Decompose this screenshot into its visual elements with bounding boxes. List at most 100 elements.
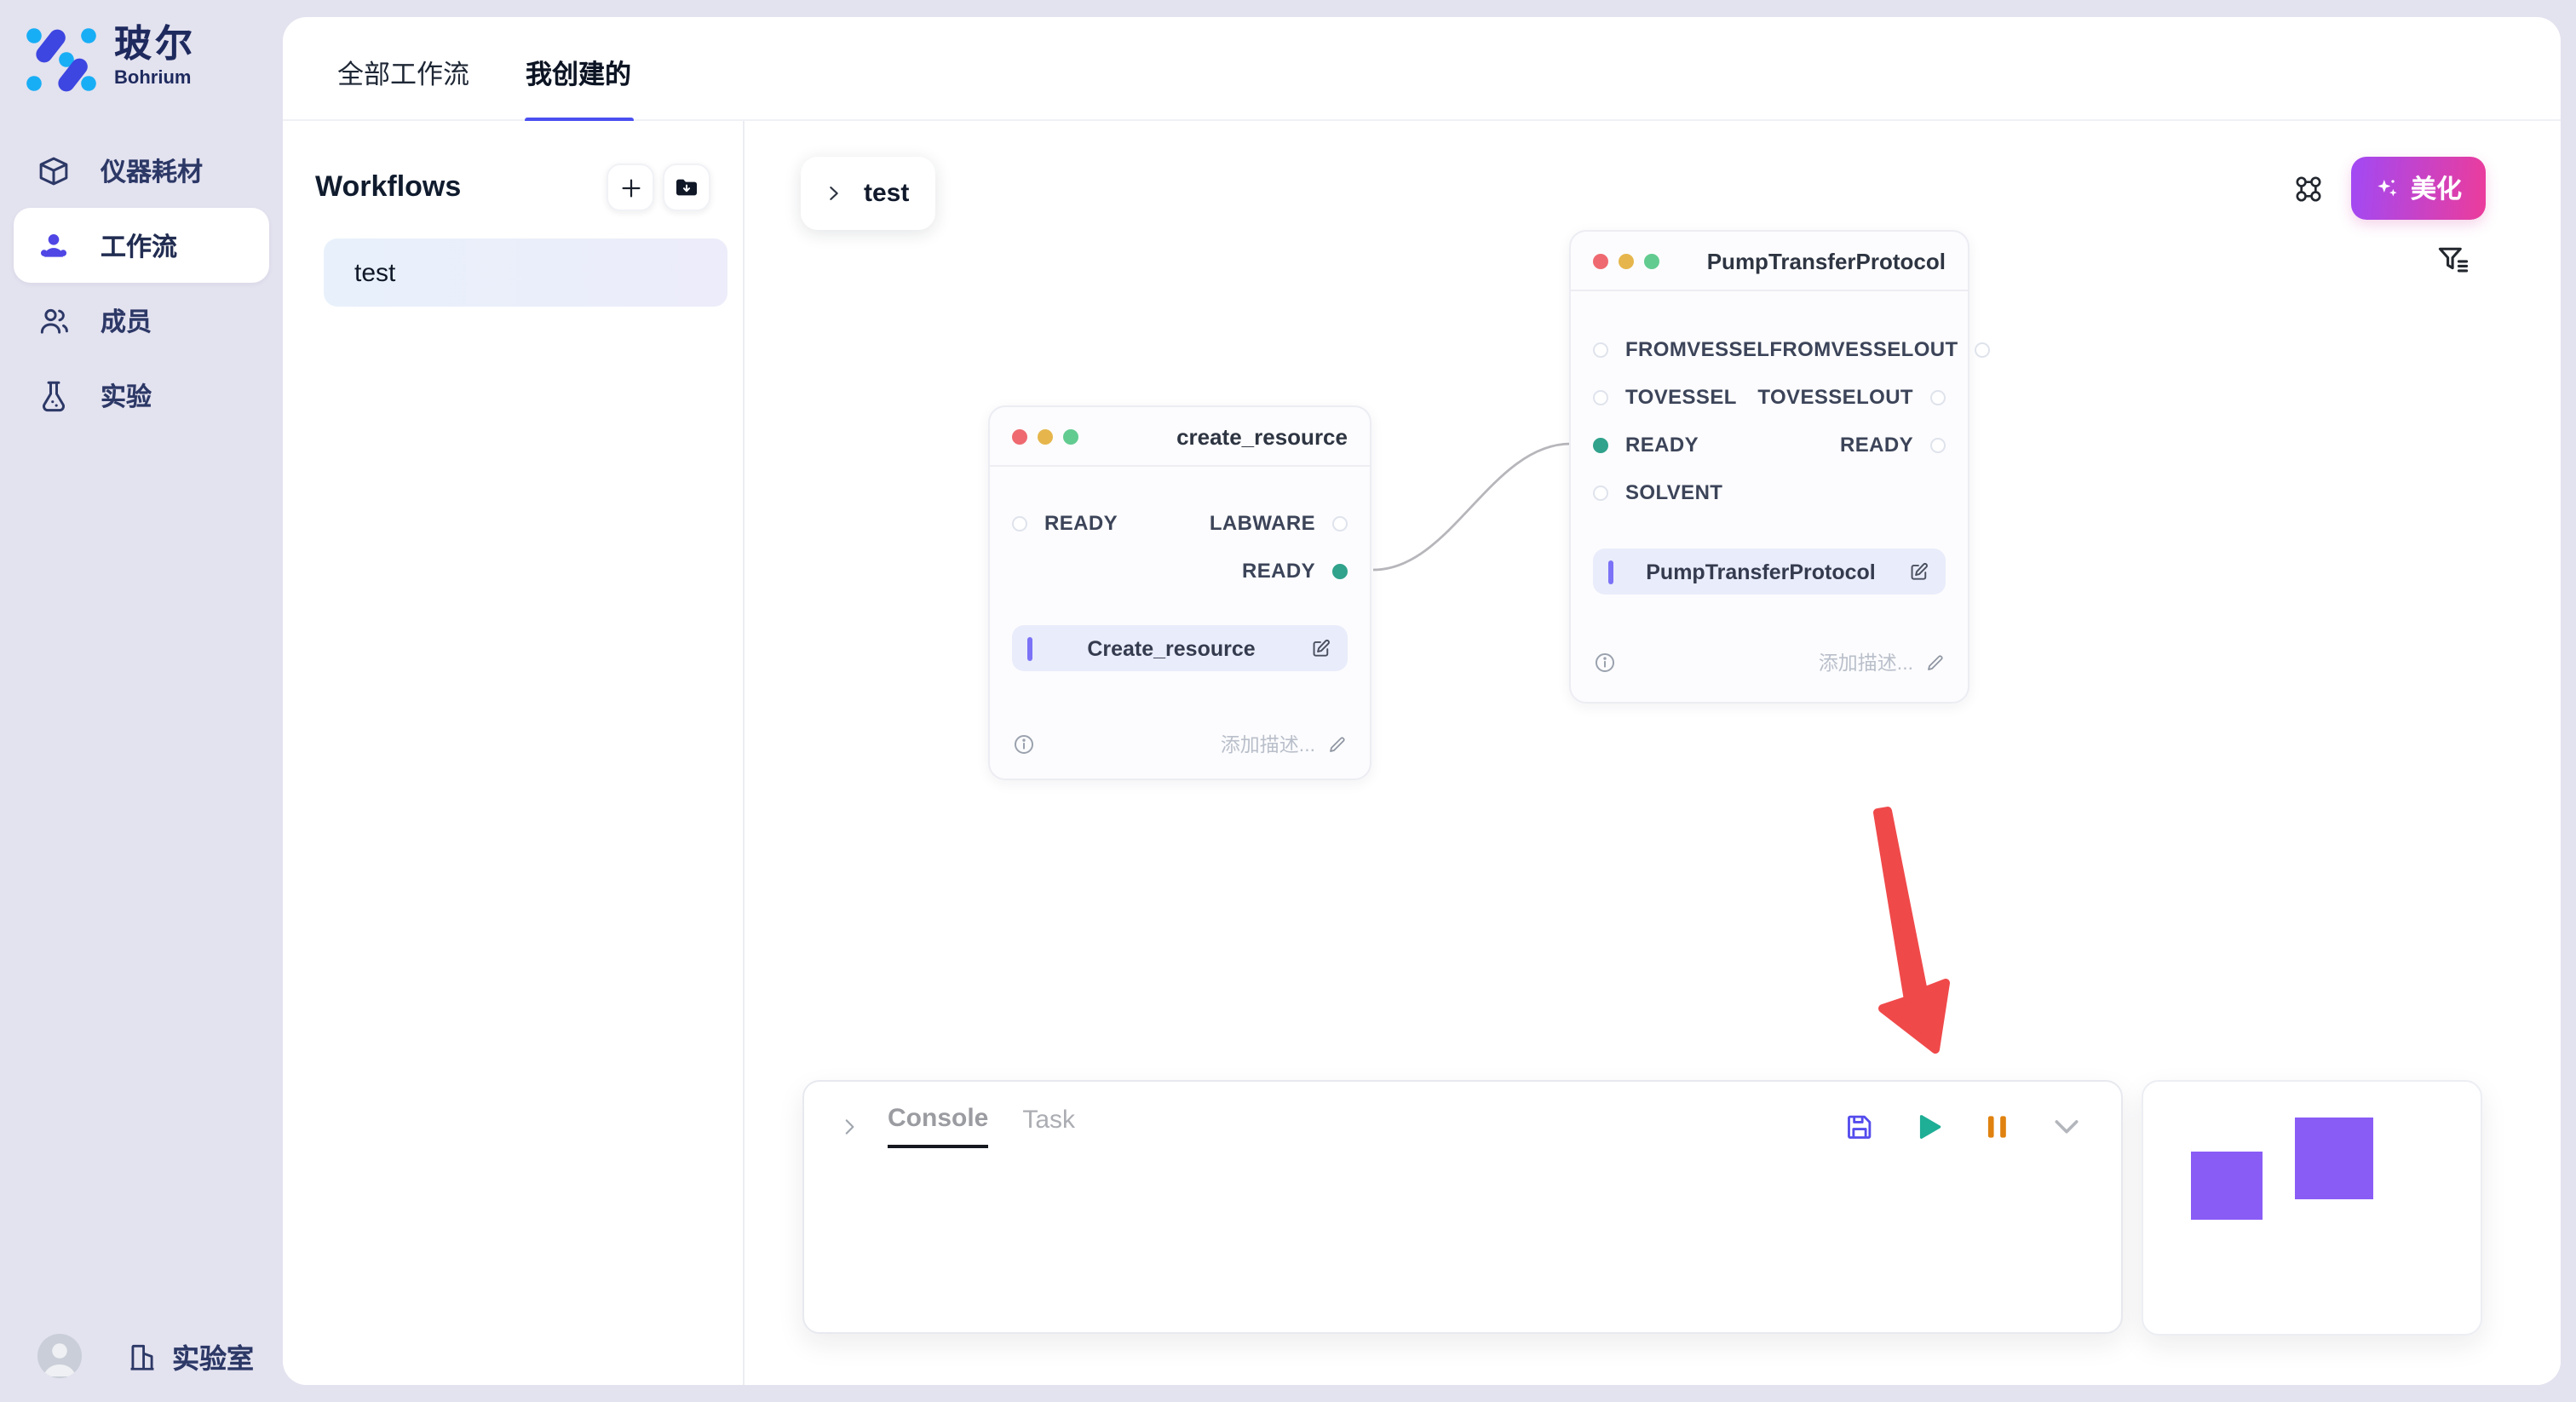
info-icon[interactable] bbox=[1012, 733, 1036, 756]
minimap-node-create-resource bbox=[2191, 1152, 2263, 1220]
port-label: FROMVESSEL bbox=[1625, 337, 1769, 361]
output-port-ready[interactable]: READY bbox=[1840, 433, 1946, 457]
workflow-icon bbox=[36, 227, 72, 263]
shortcut-button[interactable] bbox=[2286, 167, 2331, 211]
tab-my-created[interactable]: 我创建的 bbox=[526, 26, 631, 120]
pencil-icon[interactable] bbox=[1925, 652, 1946, 673]
edit-icon[interactable] bbox=[1310, 637, 1332, 659]
red-arrow-annotation bbox=[1849, 801, 1971, 1073]
brand-logo: 玻尔 Bohrium bbox=[0, 0, 283, 97]
port-circle[interactable] bbox=[1593, 342, 1608, 357]
add-workflow-button[interactable] bbox=[607, 164, 654, 211]
node-header: create_resource bbox=[990, 407, 1370, 467]
package-icon bbox=[36, 152, 72, 188]
port-circle[interactable] bbox=[1593, 485, 1608, 500]
sidebar-item-experiments[interactable]: 实验 bbox=[14, 358, 269, 433]
main-content: 全部工作流 我创建的 Workflows bbox=[283, 17, 2561, 1385]
breadcrumb[interactable]: test bbox=[801, 157, 935, 230]
input-port-fromvessel[interactable]: FROMVESSEL bbox=[1593, 337, 1769, 361]
input-port-tovessel[interactable]: TOVESSEL bbox=[1593, 385, 1737, 409]
filter-icon bbox=[2435, 242, 2472, 279]
port-circle[interactable] bbox=[1975, 342, 1991, 357]
user-avatar[interactable] bbox=[37, 1334, 82, 1378]
window-dots-icon bbox=[1012, 428, 1078, 444]
sidebar-item-label: 仪器耗材 bbox=[101, 152, 203, 188]
port-circle-connected[interactable] bbox=[1332, 563, 1348, 578]
description-placeholder[interactable]: 添加描述... bbox=[1819, 649, 1913, 676]
node-footer: 添加描述... bbox=[1593, 649, 1946, 676]
port-circle[interactable] bbox=[1332, 515, 1348, 531]
workflow-list-item[interactable]: test bbox=[324, 238, 727, 307]
description-placeholder[interactable]: 添加描述... bbox=[1221, 731, 1315, 758]
plus-icon bbox=[618, 175, 643, 200]
beautify-button[interactable]: 美化 bbox=[2351, 157, 2486, 220]
tab-all-workflows[interactable]: 全部工作流 bbox=[337, 26, 469, 120]
input-port-ready[interactable]: READY bbox=[1012, 511, 1118, 535]
info-icon[interactable] bbox=[1593, 651, 1617, 675]
node-pump-transfer-protocol[interactable]: PumpTransferProtocol FROMVESSEL FROMVESS… bbox=[1569, 230, 1969, 704]
save-button[interactable] bbox=[1843, 1110, 1876, 1142]
edit-icon[interactable] bbox=[1908, 560, 1930, 583]
save-icon bbox=[1843, 1110, 1876, 1142]
port-label: READY bbox=[1840, 433, 1913, 457]
dot-red-icon bbox=[1012, 428, 1027, 444]
port-label: READY bbox=[1625, 433, 1699, 457]
bohrium-logo-icon bbox=[24, 22, 99, 97]
lab-switcher[interactable]: 实验室 bbox=[126, 1336, 254, 1376]
workflows-title: Workflows bbox=[315, 170, 461, 204]
port-circle[interactable] bbox=[1012, 515, 1027, 531]
run-button[interactable] bbox=[1913, 1110, 1946, 1142]
chevron-down-icon bbox=[2050, 1109, 2084, 1143]
input-port-ready[interactable]: READY bbox=[1593, 433, 1699, 457]
node-header: PumpTransferProtocol bbox=[1571, 232, 1968, 291]
node-action-button[interactable]: PumpTransferProtocol bbox=[1593, 549, 1946, 595]
pencil-icon[interactable] bbox=[1327, 734, 1348, 755]
sidebar-nav: 仪器耗材 工作流 成员 bbox=[0, 133, 283, 433]
node-create-resource[interactable]: create_resource READY LABWARE bbox=[988, 405, 1371, 780]
minimap[interactable] bbox=[2142, 1080, 2482, 1336]
port-label: READY bbox=[1242, 559, 1315, 583]
window-dots-icon bbox=[1593, 253, 1659, 268]
minimap-node-pump-transfer bbox=[2295, 1118, 2373, 1199]
brand-title: 玻尔 bbox=[114, 22, 196, 66]
folder-download-icon bbox=[673, 174, 700, 201]
sidebar-item-workflow[interactable]: 工作流 bbox=[14, 208, 269, 283]
sidebar-item-instruments[interactable]: 仪器耗材 bbox=[14, 133, 269, 208]
output-port-tovesselout[interactable]: TOVESSELOUT bbox=[1757, 385, 1946, 409]
chevron-right-icon bbox=[825, 184, 843, 203]
action-label: PumpTransferProtocol bbox=[1613, 560, 1908, 583]
sparkles-icon bbox=[2375, 175, 2401, 201]
console-panel: Console Task bbox=[802, 1080, 2123, 1334]
workflows-panel: Workflows test bbox=[283, 121, 745, 1385]
sidebar-footer: 实验室 bbox=[0, 1334, 283, 1378]
tab-task[interactable]: Task bbox=[1022, 1106, 1075, 1146]
tab-label: 我创建的 bbox=[526, 55, 631, 92]
node-title: create_resource bbox=[1176, 423, 1348, 449]
dot-green-icon bbox=[1644, 253, 1659, 268]
port-circle-connected[interactable] bbox=[1593, 437, 1608, 452]
workflow-canvas[interactable]: test 美化 bbox=[745, 121, 2561, 1385]
beautify-label: 美化 bbox=[2411, 170, 2462, 206]
sidebar-item-members[interactable]: 成员 bbox=[14, 283, 269, 358]
port-circle[interactable] bbox=[1930, 389, 1946, 405]
pause-button[interactable] bbox=[1983, 1110, 2012, 1142]
input-port-solvent[interactable]: SOLVENT bbox=[1593, 480, 1722, 504]
members-icon bbox=[36, 302, 72, 338]
node-ports: READY LABWARE READY bbox=[990, 467, 1370, 595]
output-port-labware[interactable]: LABWARE bbox=[1210, 511, 1348, 535]
collapse-chevron-right-icon[interactable] bbox=[838, 1115, 860, 1137]
collapse-panel-button[interactable] bbox=[2050, 1109, 2084, 1143]
output-port-fromvesselout[interactable]: FROMVESSELOUT bbox=[1769, 337, 1990, 361]
filter-button[interactable] bbox=[2435, 242, 2472, 279]
port-label: SOLVENT bbox=[1625, 480, 1722, 504]
import-workflow-button[interactable] bbox=[663, 164, 710, 211]
port-circle[interactable] bbox=[1930, 437, 1946, 452]
port-circle[interactable] bbox=[1593, 389, 1608, 405]
sidebar: 玻尔 Bohrium 仪器耗材 工作流 bbox=[0, 0, 283, 1402]
app-window: 玻尔 Bohrium 仪器耗材 工作流 bbox=[0, 0, 2576, 1402]
node-action-button[interactable]: Create_resource bbox=[1012, 625, 1348, 671]
port-label: FROMVESSELOUT bbox=[1769, 337, 1958, 361]
port-label: TOVESSELOUT bbox=[1757, 385, 1913, 409]
tab-console[interactable]: Console bbox=[888, 1104, 988, 1148]
output-port-ready[interactable]: READY bbox=[1242, 559, 1348, 583]
